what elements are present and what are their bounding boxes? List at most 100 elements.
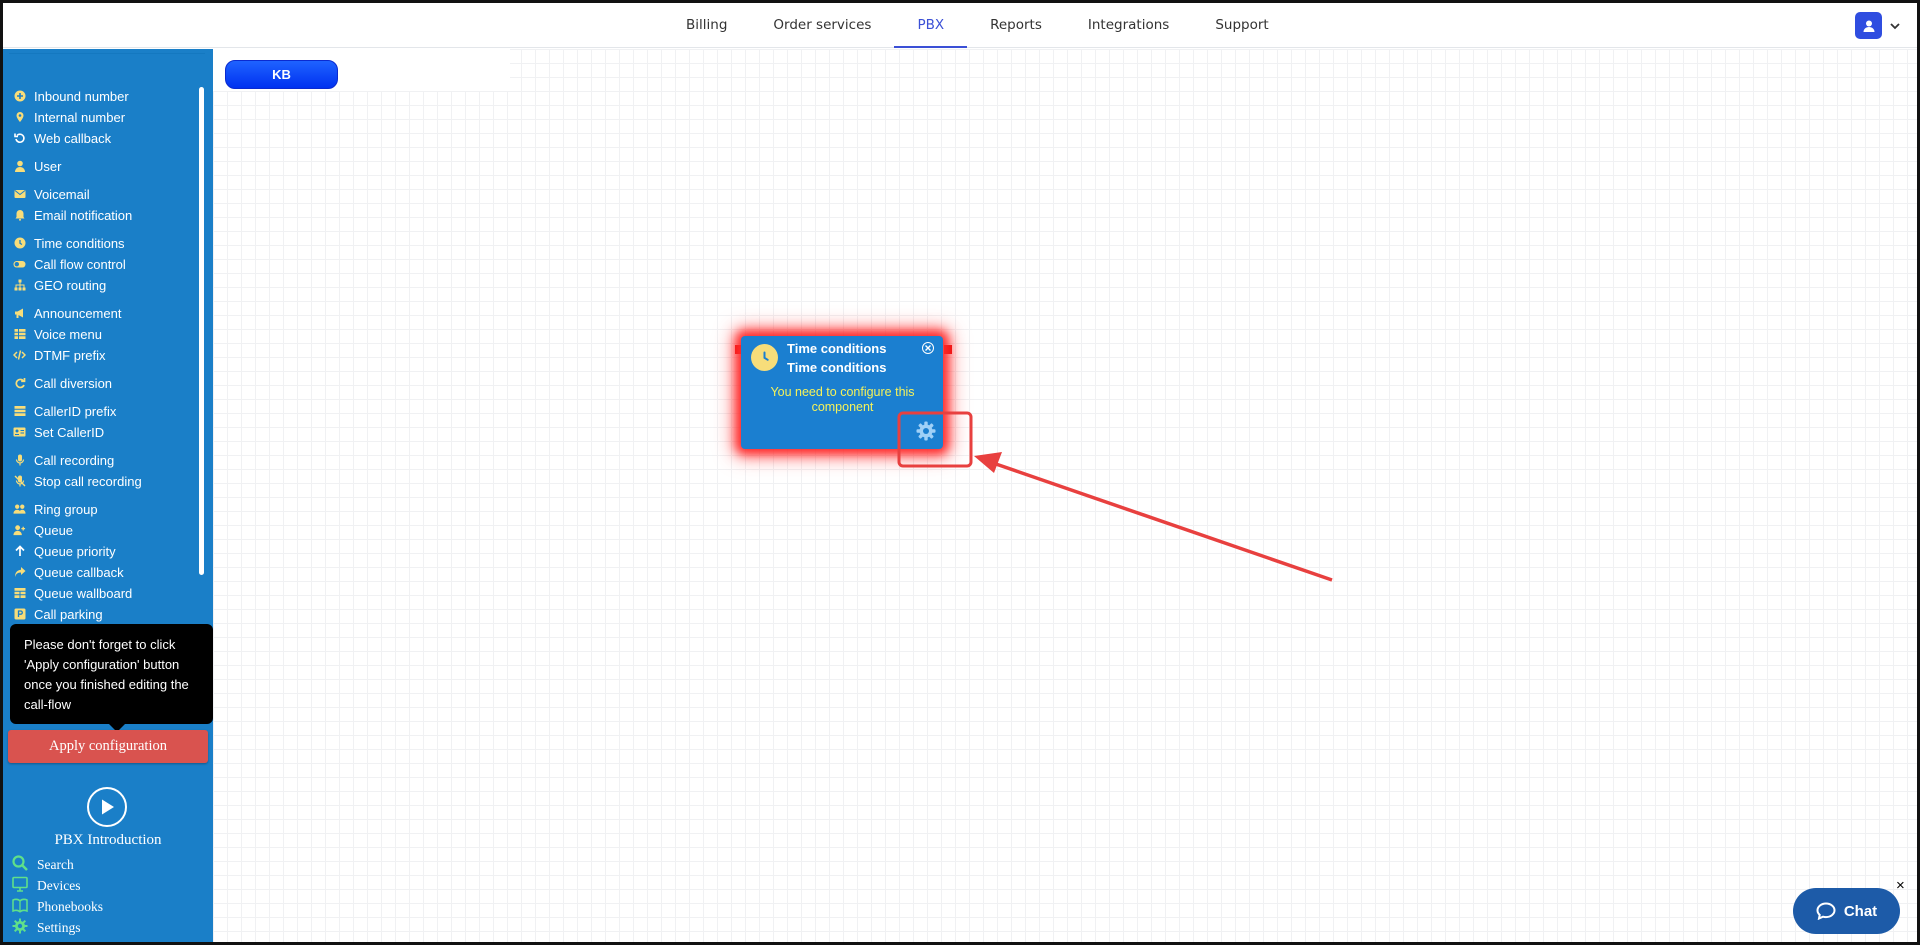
sidebar-item-label: Voice menu [34, 326, 102, 342]
node-title: Time conditions [787, 341, 887, 356]
parking-icon [13, 608, 26, 621]
time-conditions-node[interactable]: Time conditions Time conditions You need… [741, 336, 943, 449]
chat-label: Chat [1843, 902, 1878, 920]
kb-toolbar: KB [213, 49, 510, 91]
kb-button[interactable]: KB [225, 60, 338, 89]
apply-reminder-tooltip: Please don't forget to click 'Apply conf… [10, 624, 213, 732]
sidebar-item-label: GEO routing [34, 277, 107, 293]
sidebar-item-queue-priority[interactable]: Queue priority [13, 541, 116, 561]
node-output-port[interactable] [944, 345, 952, 354]
plus-circle-icon [13, 90, 26, 103]
sidebar-item-ring-group[interactable]: Ring group [13, 499, 98, 519]
chat-close-icon[interactable]: × [1896, 877, 1905, 894]
play-icon[interactable] [87, 787, 127, 827]
gear-icon [12, 918, 28, 938]
table-icon [13, 587, 26, 600]
sidebar-item-call-recording[interactable]: Call recording [13, 450, 114, 470]
sitemap-icon [13, 279, 26, 292]
call-flow-canvas[interactable]: KB Time conditions Time conditions You n… [213, 49, 1917, 942]
sidebar-item-label: Call diversion [34, 375, 113, 391]
id-card-icon [13, 426, 26, 439]
users-icon [13, 503, 26, 516]
toggle-icon [13, 258, 26, 271]
node-config-message: You need to configure this component [770, 385, 915, 414]
sidebar-item-label: Call parking [34, 606, 103, 622]
clock-icon [751, 344, 778, 371]
sidebar-item-announcement[interactable]: Announcement [13, 303, 121, 323]
sidebar-item-voicemail[interactable]: Voicemail [13, 184, 90, 204]
tab-integrations[interactable]: Integrations [1065, 3, 1192, 48]
node-subtitle: Time conditions [787, 360, 887, 375]
sidebar-item-user[interactable]: User [13, 156, 61, 176]
bottom-item-phonebooks[interactable]: Phonebooks [12, 897, 103, 917]
sidebar-scroll-thumb[interactable] [199, 87, 204, 575]
apply-configuration-button[interactable]: Apply configuration [8, 730, 208, 763]
gear-icon[interactable] [915, 420, 937, 442]
tab-billing[interactable]: Billing [663, 3, 750, 48]
bottom-item-label: Settings [37, 920, 81, 935]
sidebar-item-queue-wallboard[interactable]: Queue wallboard [13, 583, 132, 603]
sidebar-item-internal-number[interactable]: Internal number [13, 107, 125, 127]
sidebar-item-queue[interactable]: Queue [13, 520, 73, 540]
sidebar-item-label: Inbound number [34, 88, 129, 104]
close-icon[interactable] [922, 342, 934, 354]
sidebar-item-dtmf-prefix[interactable]: DTMF prefix [13, 345, 106, 365]
redo-icon [13, 377, 26, 390]
user-plus-icon [13, 524, 26, 537]
sidebar-item-label: Web callback [34, 130, 112, 146]
list-icon [13, 405, 26, 418]
sidebar-item-time-conditions[interactable]: Time conditions [13, 233, 125, 253]
microphone-icon [13, 454, 26, 467]
share-icon [13, 566, 26, 579]
bottom-item-settings[interactable]: Settings [12, 918, 81, 938]
monitor-icon [12, 876, 28, 896]
sidebar-item-voice-menu[interactable]: Voice menu [13, 324, 102, 344]
sidebar-item-label: Voicemail [34, 186, 90, 202]
chevron-down-icon[interactable] [1888, 19, 1902, 33]
grid-icon [13, 328, 26, 341]
bottom-item-label: Devices [37, 878, 81, 893]
search-icon [12, 855, 28, 875]
envelope-icon [13, 188, 26, 201]
code-icon [13, 349, 26, 362]
sidebar-item-call-parking[interactable]: Call parking [13, 604, 103, 624]
sidebar-item-callerid-prefix[interactable]: CallerID prefix [13, 401, 116, 421]
top-nav: Billing Order services PBX Reports Integ… [663, 3, 1292, 48]
sidebar-item-label: Queue wallboard [34, 585, 133, 601]
top-bar: Billing Order services PBX Reports Integ… [3, 3, 1917, 48]
sidebar-item-label: Queue callback [34, 564, 124, 580]
megaphone-icon [13, 307, 26, 320]
chat-button[interactable]: Chat [1793, 888, 1900, 934]
arrow-up-icon [13, 545, 26, 558]
tab-order-services[interactable]: Order services [750, 3, 894, 48]
undo-icon [13, 132, 26, 145]
sidebar-item-label: Call flow control [34, 256, 126, 272]
sidebar-item-set-callerid[interactable]: Set CallerID [13, 422, 104, 442]
sidebar-item-call-diversion[interactable]: Call diversion [13, 373, 112, 393]
bottom-item-search[interactable]: Search [12, 855, 74, 875]
sidebar-item-label: Email notification [34, 207, 133, 223]
user-avatar-icon[interactable] [1855, 12, 1882, 39]
sidebar-item-queue-callback[interactable]: Queue callback [13, 562, 124, 582]
pbx-introduction-link[interactable]: PBX Introduction [3, 832, 213, 849]
sidebar-item-label: Call recording [34, 452, 115, 468]
sidebar-item-label: Internal number [34, 109, 126, 125]
bottom-item-label: Phonebooks [37, 899, 104, 914]
tab-reports[interactable]: Reports [967, 3, 1065, 48]
book-icon [12, 897, 28, 917]
bottom-item-label: Search [37, 857, 74, 872]
sidebar-item-label: User [34, 158, 62, 174]
microphone-slash-icon [13, 475, 26, 488]
user-menu[interactable] [1855, 12, 1902, 39]
sidebar-item-call-flow-control[interactable]: Call flow control [13, 254, 126, 274]
bottom-item-devices[interactable]: Devices [12, 876, 80, 896]
tab-pbx[interactable]: PBX [894, 3, 968, 48]
sidebar-item-geo-routing[interactable]: GEO routing [13, 275, 106, 295]
map-pin-icon [13, 111, 26, 124]
sidebar-item-email-notification[interactable]: Email notification [13, 205, 132, 225]
sidebar-item-inbound-number[interactable]: Inbound number [13, 86, 129, 106]
tab-support[interactable]: Support [1192, 3, 1291, 48]
sidebar-item-label: Ring group [34, 501, 98, 517]
sidebar-item-stop-call-recording[interactable]: Stop call recording [13, 471, 142, 491]
sidebar-item-web-callback[interactable]: Web callback [13, 128, 111, 148]
